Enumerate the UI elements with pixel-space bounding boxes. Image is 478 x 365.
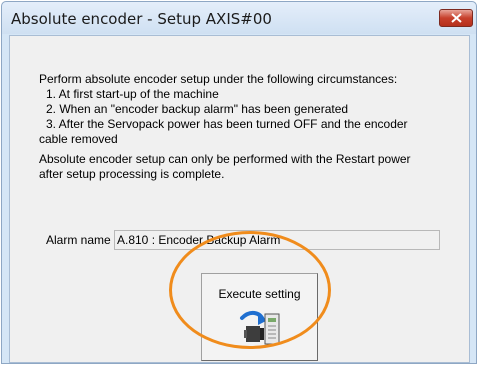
highlight-ring	[169, 231, 331, 349]
instruction-item-3: 3. After the Servopack power has been tu…	[46, 117, 408, 131]
intro-text: Perform absolute encoder setup under the…	[39, 72, 398, 86]
alarm-name-label: Alarm name	[46, 233, 111, 247]
instruction-item-3-cont: cable removed	[39, 132, 118, 146]
close-icon	[451, 13, 462, 23]
note-text-line-2: after setup processing is complete.	[39, 167, 225, 181]
close-button[interactable]	[439, 9, 473, 27]
note-text-line-1: Absolute encoder setup can only be perfo…	[39, 152, 411, 166]
instruction-item-2: 2. When an "encoder backup alarm" has be…	[46, 102, 349, 116]
instruction-item-1: 1. At first start-up of the machine	[46, 87, 219, 101]
title-bar[interactable]: Absolute encoder - Setup AXIS#00	[2, 2, 476, 34]
window-title: Absolute encoder - Setup AXIS#00	[11, 10, 272, 28]
